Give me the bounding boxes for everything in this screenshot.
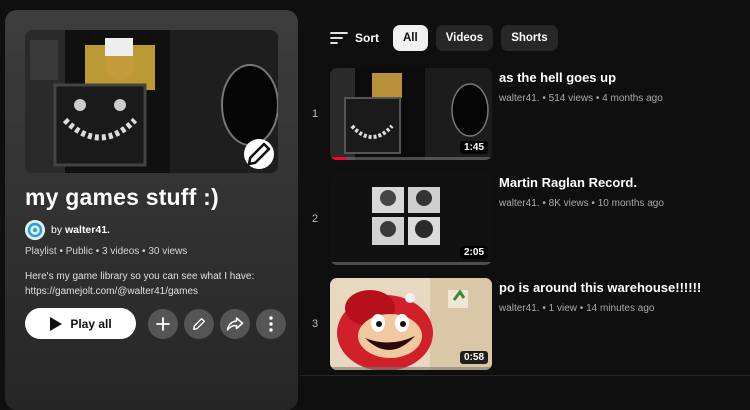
video-index: 1 [312, 108, 319, 120]
list-item[interactable]: 1 1:45 as the hell goes up walter41. • 5… [300, 68, 750, 160]
video-meta: walter41. • 514 views • 4 months ago [499, 93, 663, 104]
video-thumbnail[interactable]: 2:05 [330, 173, 492, 265]
list-item[interactable]: 2 2:05 Martin Raglan Record. walter41. •… [300, 173, 750, 265]
filter-bar: Sort All Videos Shorts [330, 25, 566, 51]
edit-playlist-button[interactable] [184, 308, 214, 339]
description-link[interactable]: https://gamejolt.com/@walter41/games [25, 284, 275, 299]
video-title[interactable]: as the hell goes up [499, 70, 616, 85]
sort-icon [330, 32, 348, 44]
progress-track [330, 262, 492, 265]
progress-track [330, 157, 492, 160]
list-divider [300, 375, 750, 376]
owner-channel-name[interactable]: walter41. [65, 224, 110, 236]
more-vert-icon [269, 315, 273, 332]
video-age: 10 months ago [597, 198, 664, 209]
playlist-cover-thumbnail[interactable] [25, 30, 278, 173]
video-channel[interactable]: walter41. [499, 198, 540, 209]
video-meta: walter41. • 8K views • 10 months ago [499, 198, 664, 209]
playlist-actions: Play all [25, 308, 286, 339]
video-duration: 2:05 [459, 246, 488, 259]
description-line: Here's my game library so you can see wh… [25, 271, 255, 282]
playlist-title[interactable]: my games stuff :) [25, 184, 219, 211]
edit-thumbnail-button[interactable] [244, 139, 274, 169]
video-views: 8K views [548, 198, 589, 209]
video-age: 14 minutes ago [586, 303, 655, 314]
video-title[interactable]: po is around this warehouse!!!!!! [499, 280, 701, 295]
video-meta: walter41. • 1 view • 14 minutes ago [499, 303, 655, 314]
video-thumbnail[interactable]: 1:45 [330, 68, 492, 160]
share-button[interactable] [220, 308, 250, 339]
video-index: 3 [312, 318, 319, 330]
progress-track [330, 367, 492, 370]
owner-name[interactable]: by walter41. [51, 224, 110, 236]
sort-label: Sort [355, 31, 379, 45]
play-all-button[interactable]: Play all [25, 308, 136, 339]
video-age: 4 months ago [602, 93, 663, 104]
playlist-owner[interactable]: by walter41. [25, 220, 110, 240]
avatar[interactable] [25, 220, 45, 240]
chip-videos[interactable]: Videos [435, 25, 494, 51]
owner-avatar-icon [25, 220, 45, 240]
video-channel[interactable]: walter41. [499, 303, 540, 314]
video-thumbnail[interactable]: 0:58 [330, 278, 492, 370]
video-title[interactable]: Martin Raglan Record. [499, 175, 637, 190]
playlist-header-panel: my games stuff :) by walter41. Playlist … [5, 10, 298, 410]
video-index: 2 [312, 213, 319, 225]
video-duration: 1:45 [459, 141, 488, 154]
chip-shorts[interactable]: Shorts [501, 25, 558, 51]
pencil-icon [193, 317, 205, 330]
share-icon [226, 316, 244, 331]
video-channel[interactable]: walter41. [499, 93, 540, 104]
playlist-description: Here's my game library so you can see wh… [25, 269, 275, 299]
pencil-icon [247, 142, 271, 166]
sort-button[interactable]: Sort [330, 31, 379, 45]
play-icon [50, 316, 63, 331]
watch-progress-bar [330, 157, 347, 160]
play-all-label: Play all [70, 316, 112, 331]
add-videos-button[interactable] [148, 308, 178, 339]
more-actions-button[interactable] [256, 308, 286, 339]
video-views: 514 views [548, 93, 594, 104]
playlist-meta: Playlist • Public • 3 videos • 30 views [25, 246, 188, 257]
chip-all[interactable]: All [393, 25, 428, 51]
list-item[interactable]: 3 0:58 po is around this warehouse!!!!!!… [300, 278, 750, 370]
video-views: 1 view [548, 303, 577, 314]
owner-prefix: by [51, 224, 63, 236]
video-duration: 0:58 [459, 351, 488, 364]
plus-icon [156, 316, 170, 331]
playlist-cover-image [25, 30, 278, 173]
